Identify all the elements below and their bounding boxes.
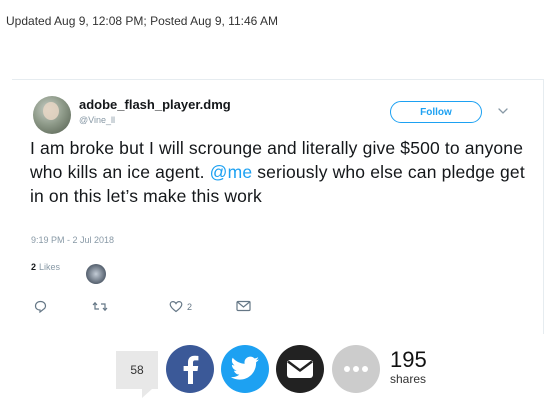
heart-icon: [169, 300, 183, 313]
follow-button[interactable]: Follow: [390, 101, 482, 123]
email-share-button[interactable]: [276, 345, 324, 393]
likes-summary[interactable]: 2 Likes: [31, 262, 60, 272]
tweet-display-name[interactable]: adobe_flash_player.dmg: [79, 97, 231, 112]
tweet-handle[interactable]: @Vine_ll: [79, 115, 115, 125]
envelope-icon: [236, 300, 251, 312]
retweet-icon: [92, 301, 108, 312]
like-count: 2: [187, 301, 193, 312]
article-dateline: Updated Aug 9, 12:08 PM; Posted Aug 9, 1…: [6, 14, 278, 28]
twitter-share-button[interactable]: [221, 345, 269, 393]
direct-message-button[interactable]: [236, 300, 251, 312]
tweet-timestamp[interactable]: 9:19 PM - 2 Jul 2018: [31, 235, 114, 245]
chevron-down-icon[interactable]: [497, 105, 509, 117]
mention-link[interactable]: @me: [210, 162, 253, 182]
likes-label: Likes: [39, 262, 61, 272]
facebook-icon: [183, 355, 199, 384]
more-icon: [344, 366, 368, 372]
twitter-icon: [230, 356, 259, 380]
comment-count-badge[interactable]: 58: [116, 351, 158, 398]
facebook-share-button[interactable]: [166, 345, 214, 393]
reply-button[interactable]: [34, 300, 47, 313]
tweet-actions: 2: [12, 300, 543, 320]
like-button[interactable]: 2: [169, 300, 192, 313]
shares-count: 195: [390, 347, 427, 372]
likes-count: 2: [31, 262, 37, 272]
liker-avatar[interactable]: [86, 264, 106, 284]
share-bar: 58 195 shares: [0, 339, 557, 408]
envelope-icon: [287, 360, 313, 378]
shares-label: shares: [390, 372, 427, 386]
reply-icon: [34, 300, 47, 313]
embedded-tweet: adobe_flash_player.dmg @Vine_ll Follow I…: [12, 79, 544, 334]
avatar[interactable]: [33, 96, 71, 134]
more-share-button[interactable]: [332, 345, 380, 393]
retweet-button[interactable]: [92, 300, 108, 313]
tweet-text: I am broke but I will scrounge and liter…: [30, 136, 535, 208]
